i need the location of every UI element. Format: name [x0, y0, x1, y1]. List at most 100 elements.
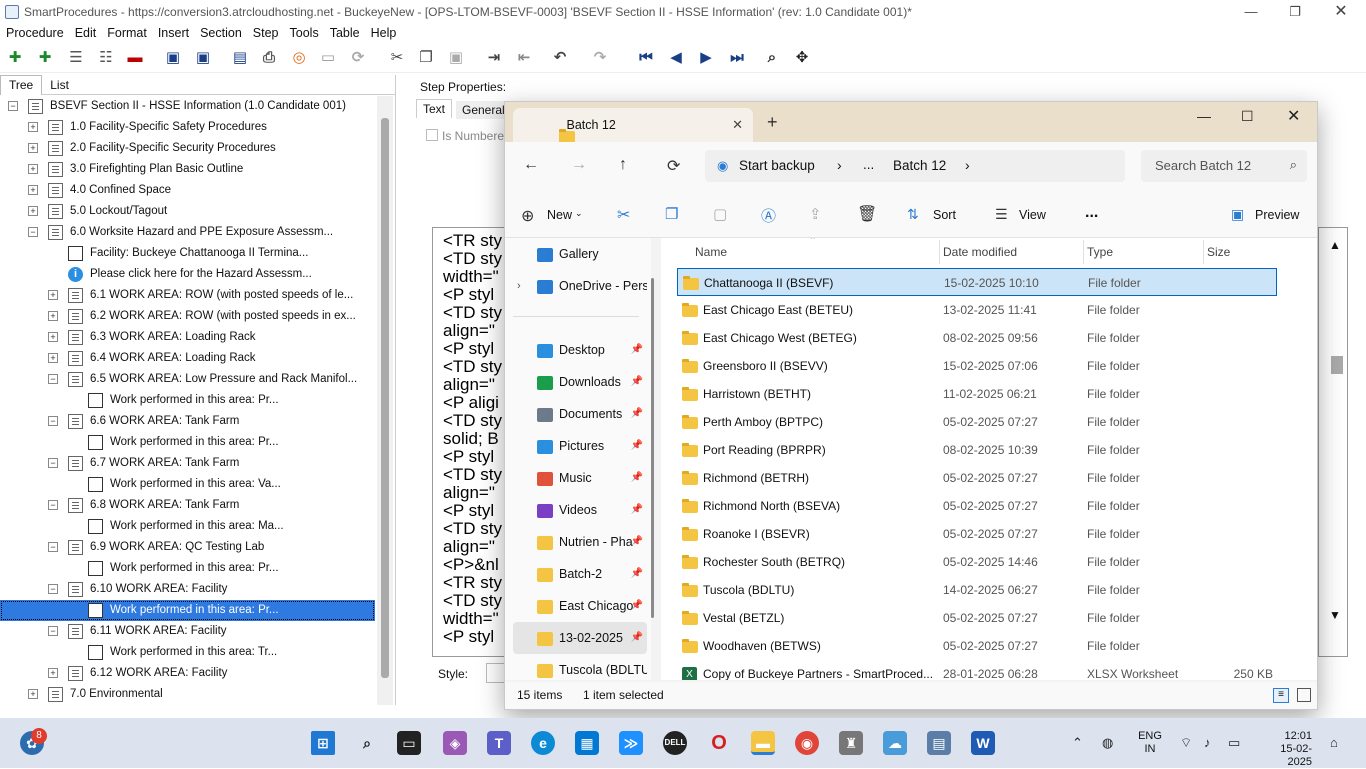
pin-icon[interactable]: 📌: [631, 462, 643, 494]
column-divider[interactable]: [1083, 240, 1084, 264]
tab-list[interactable]: List: [42, 76, 77, 95]
tree-node[interactable]: +6.2 WORK AREA: ROW (with posted speeds …: [0, 306, 375, 327]
rename-icon[interactable]: Ⓐ: [761, 205, 776, 226]
expand-icon[interactable]: +: [48, 668, 58, 678]
previous-icon[interactable]: ◀: [666, 48, 686, 68]
tab-general[interactable]: General: [456, 101, 511, 119]
expand-icon[interactable]: +: [28, 143, 38, 153]
nav-item-documents[interactable]: Documents 📌: [513, 398, 647, 430]
nav-item-videos[interactable]: Videos 📌: [513, 494, 647, 526]
up-icon[interactable]: ↑: [619, 156, 627, 174]
undo-icon[interactable]: ↶: [550, 48, 570, 68]
expand-chevron-icon[interactable]: ›: [517, 270, 521, 302]
share-icon[interactable]: ⇪: [809, 205, 822, 223]
collapse-icon[interactable]: −: [48, 542, 58, 552]
breadcrumb-more[interactable]: ...: [863, 157, 874, 172]
search-icon[interactable]: ⌕: [355, 731, 379, 755]
nav-item-east-chicago[interactable]: East Chicago 📌: [513, 590, 647, 622]
tree-node[interactable]: − 6.6 WORK AREA: Tank Farm: [0, 411, 375, 432]
wifi-icon[interactable]: ⌔: [1180, 735, 1192, 751]
add-icon[interactable]: ✚: [5, 48, 25, 68]
nav-item-pictures[interactable]: Pictures 📌: [513, 430, 647, 462]
nav-item-nutrien-pha[interactable]: Nutrien - Pha 📌: [513, 526, 647, 558]
start-icon[interactable]: ⊞: [311, 731, 335, 755]
collapse-icon[interactable]: −: [48, 584, 58, 594]
print-icon[interactable]: ⎙: [259, 48, 279, 68]
tree-node[interactable]: − 6.7 WORK AREA: Tank Farm: [0, 453, 375, 474]
column-size[interactable]: Size: [1207, 238, 1230, 266]
expand-icon[interactable]: +: [28, 689, 38, 699]
editor-scroll-thumb[interactable]: [1331, 356, 1343, 374]
back-icon[interactable]: ←: [523, 156, 539, 174]
list-alt-icon[interactable]: ☷: [96, 48, 116, 68]
file-row[interactable]: Vestal (BETZL) 05-02-2025 07:27 File folde…: [677, 604, 1277, 632]
outdent-icon[interactable]: ⇤: [514, 48, 534, 68]
tree-node[interactable]: Work performed in this area: Pr...: [0, 600, 375, 621]
tree-scrollbar[interactable]: [377, 96, 393, 705]
tab-tree[interactable]: Tree: [0, 75, 43, 95]
chevron-up-icon[interactable]: ⌃: [1072, 735, 1083, 751]
next-icon[interactable]: ▶: [696, 48, 716, 68]
pin-icon[interactable]: 📌: [631, 622, 643, 654]
menu-tools[interactable]: Tools: [284, 24, 324, 42]
column-date-modified[interactable]: Date modified: [943, 238, 1017, 266]
cut-icon[interactable]: ✂: [617, 205, 630, 225]
pin-icon[interactable]: 📌: [631, 494, 643, 526]
remove-icon[interactable]: ▬: [125, 48, 145, 68]
refresh-icon[interactable]: ⟳: [667, 156, 680, 176]
save-icon[interactable]: ▣: [163, 48, 183, 68]
menu-section[interactable]: Section: [194, 24, 247, 42]
tree-node[interactable]: +1.0 Facility-Specific Safety Procedures: [0, 117, 375, 138]
redo-icon[interactable]: ↷: [590, 48, 610, 68]
file-row[interactable]: Richmond North (BSEVA) 05-02-2025 07:27 Fi…: [677, 492, 1277, 520]
nav-item-gallery[interactable]: Gallery: [513, 238, 647, 270]
file-row[interactable]: Richmond (BETRH) 05-02-2025 07:27 File fol…: [677, 464, 1277, 492]
word-icon[interactable]: W: [971, 731, 995, 755]
sort-icon[interactable]: ⇅: [907, 206, 919, 223]
chevron-up-icon[interactable]: ▲: [1329, 238, 1341, 252]
column-divider[interactable]: [1203, 240, 1204, 264]
nav-item-tuscola-bdltu[interactable]: Tuscola (BDLTU: [513, 654, 647, 680]
expand-icon[interactable]: +: [48, 290, 58, 300]
breadcrumb-chevron-icon[interactable]: ›: [837, 157, 842, 173]
collapse-icon[interactable]: −: [48, 374, 58, 384]
close-icon[interactable]: ✕: [1318, 0, 1364, 24]
dell-icon[interactable]: DELL: [663, 731, 687, 755]
expand-icon[interactable]: +: [48, 332, 58, 342]
menu-format[interactable]: Format: [101, 24, 152, 42]
new-icon[interactable]: ⊕: [521, 206, 534, 226]
nav-item-13-02-2025[interactable]: 13-02-2025 📌: [513, 622, 647, 654]
maximize-icon[interactable]: ❐: [1272, 0, 1318, 24]
tab-text[interactable]: Text: [416, 99, 453, 118]
nav-item-music[interactable]: Music 📌: [513, 462, 647, 494]
last-icon[interactable]: ⏭: [727, 48, 747, 68]
is-numbered-checkbox[interactable]: [426, 129, 438, 141]
paste-icon[interactable]: ▢: [713, 205, 727, 223]
cut-icon[interactable]: ✂: [387, 48, 407, 68]
tree-node[interactable]: − 6.9 WORK AREA: QC Testing Lab: [0, 537, 375, 558]
sort-button[interactable]: Sort: [933, 208, 956, 222]
app-icon[interactable]: ☁: [883, 731, 907, 755]
nav-item-batch-2[interactable]: Batch-2 📌: [513, 558, 647, 590]
expand-icon[interactable]: +: [28, 185, 38, 195]
view-button[interactable]: View: [1019, 208, 1046, 222]
file-row[interactable]: Roanoke I (BSEVR) 05-02-2025 07:27 File fo…: [677, 520, 1277, 548]
minimize-icon[interactable]: —: [1228, 0, 1274, 24]
notifications-icon[interactable]: ⌂: [1330, 735, 1338, 750]
explorer-tab[interactable]: Batch 12 ✕: [513, 108, 753, 143]
volume-icon[interactable]: ♪: [1204, 735, 1211, 750]
file-row[interactable]: Tuscola (BDLTU) 14-02-2025 06:27 File fold…: [677, 576, 1277, 604]
style-select[interactable]: [486, 663, 506, 683]
tree-node[interactable]: Work performed in this area: Va...: [0, 474, 375, 495]
pin-icon[interactable]: 📌: [631, 366, 643, 398]
breadcrumb[interactable]: ◉ Start backup › ... Batch 12 ›: [705, 150, 1125, 182]
pin-icon[interactable]: 📌: [631, 334, 643, 366]
tree-node[interactable]: − BSEVF Section II - HSSE Information (1.…: [0, 96, 375, 117]
menu-edit[interactable]: Edit: [69, 24, 102, 42]
store-icon[interactable]: ▦: [575, 731, 599, 755]
tree-node[interactable]: +4.0 Confined Space: [0, 180, 375, 201]
preview-icon[interactable]: ▣: [1231, 206, 1244, 223]
search-box[interactable]: Search Batch 12 ⌕: [1141, 150, 1307, 182]
nav-scrollbar[interactable]: [651, 238, 655, 680]
tree-node[interactable]: +6.12 WORK AREA: Facility: [0, 663, 375, 684]
